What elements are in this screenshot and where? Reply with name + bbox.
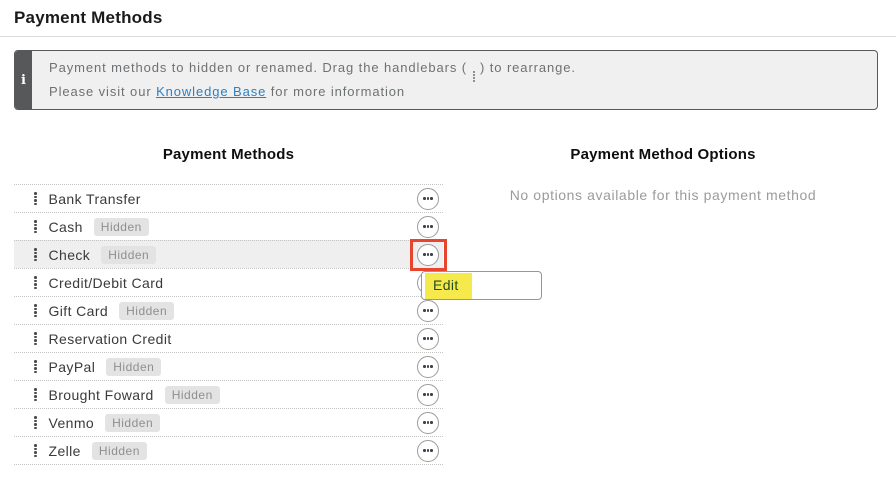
row-actions xyxy=(417,187,439,210)
row-options-button[interactable] xyxy=(417,215,439,238)
row-actions xyxy=(417,383,439,406)
banner-line2-after: for more information xyxy=(266,84,406,99)
banner-line2-before: Please visit our xyxy=(49,84,157,99)
payment-method-name: Check xyxy=(48,246,91,263)
page-title: Payment Methods xyxy=(14,8,163,27)
drag-handle-icon[interactable] xyxy=(34,192,37,205)
row-actions xyxy=(417,411,439,434)
drag-handle-icon[interactable] xyxy=(34,248,37,261)
payment-method-row[interactable]: Check Hidden xyxy=(14,238,447,271)
row-options-button[interactable] xyxy=(417,383,439,406)
row-actions xyxy=(417,215,439,238)
hidden-badge: Hidden xyxy=(164,385,220,404)
payment-method-row[interactable]: Brought Foward Hidden xyxy=(14,380,443,408)
hidden-badge: Hidden xyxy=(91,441,147,460)
payment-method-row[interactable]: Credit/Debit Card xyxy=(14,268,443,296)
info-icon: i xyxy=(15,51,32,109)
no-options-message: No options available for this payment me… xyxy=(509,187,817,203)
row-actions xyxy=(417,439,439,462)
payment-method-name: Cash xyxy=(48,218,83,235)
row-actions xyxy=(417,355,439,378)
payment-method-name: Zelle xyxy=(48,442,81,459)
row-options-button[interactable] xyxy=(417,355,439,378)
knowledge-base-link[interactable]: Knowledge Base xyxy=(156,84,266,99)
payment-method-options-header: Payment Method Options xyxy=(570,146,756,163)
row-actions xyxy=(417,327,439,350)
hidden-badge: Hidden xyxy=(106,357,162,376)
banner-line1-after: ) to rearrange. xyxy=(475,60,576,75)
hidden-badge: Hidden xyxy=(105,413,161,432)
payment-method-row[interactable]: Zelle Hidden xyxy=(14,436,443,464)
payment-method-name: Credit/Debit Card xyxy=(48,274,164,291)
hidden-badge: Hidden xyxy=(119,301,175,320)
info-banner-text: Payment methods to hidden or renamed. Dr… xyxy=(32,51,877,109)
banner-line-2: Please visit our Knowledge Base for more… xyxy=(49,84,865,99)
banner-line-1: Payment methods to hidden or renamed. Dr… xyxy=(49,60,865,82)
payment-method-row[interactable]: Bank Transfer xyxy=(14,184,443,212)
row-options-button[interactable] xyxy=(417,243,439,266)
payment-methods-header: Payment Methods xyxy=(162,146,295,163)
hidden-badge: Hidden xyxy=(93,217,149,236)
payment-method-name: Brought Foward xyxy=(48,386,154,403)
row-options-button[interactable] xyxy=(417,439,439,462)
row-options-button[interactable] xyxy=(417,299,439,322)
payment-method-options-column: Payment Method Options No options availa… xyxy=(450,145,876,203)
title-divider xyxy=(0,36,896,37)
payment-method-name: Reservation Credit xyxy=(48,330,172,347)
row-actions xyxy=(417,299,439,322)
payment-method-row[interactable]: Cash Hidden xyxy=(14,212,443,240)
payment-method-name: PayPal xyxy=(48,358,96,375)
banner-line1-before: Payment methods to hidden or renamed. Dr… xyxy=(49,60,472,75)
menu-item-edit[interactable]: Edit xyxy=(425,272,472,299)
hidden-badge: Hidden xyxy=(101,245,157,264)
info-banner: i Payment methods to hidden or renamed. … xyxy=(14,50,878,110)
payment-method-name: Gift Card xyxy=(48,302,109,319)
drag-handle-icon[interactable] xyxy=(34,360,37,373)
drag-handle-icon[interactable] xyxy=(34,304,37,317)
drag-handle-icon[interactable] xyxy=(34,444,37,457)
row-options-button[interactable] xyxy=(417,187,439,210)
row-options-button[interactable] xyxy=(417,411,439,434)
row-options-button[interactable] xyxy=(417,327,439,350)
payment-method-name: Bank Transfer xyxy=(48,190,141,207)
payment-methods-column: Payment Methods Bank Transfer Cash Hidde… xyxy=(14,145,447,465)
handlebar-icon xyxy=(472,71,475,82)
drag-handle-icon[interactable] xyxy=(34,388,37,401)
payment-methods-page: Payment Methods i Payment methods to hid… xyxy=(0,0,896,481)
drag-handle-icon[interactable] xyxy=(34,416,37,429)
payment-method-list: Bank Transfer Cash Hidden Check Hidden C… xyxy=(14,184,447,465)
row-context-menu: Edit xyxy=(421,271,542,300)
payment-method-row[interactable]: Reservation Credit xyxy=(14,324,443,352)
payment-method-name: Venmo xyxy=(48,414,95,431)
row-actions xyxy=(410,238,447,271)
payment-method-row[interactable]: PayPal Hidden xyxy=(14,352,443,380)
payment-method-row[interactable]: Gift Card Hidden xyxy=(14,296,443,324)
drag-handle-icon[interactable] xyxy=(34,332,37,345)
payment-method-row[interactable]: Venmo Hidden xyxy=(14,408,443,436)
drag-handle-icon[interactable] xyxy=(34,276,37,289)
drag-handle-icon[interactable] xyxy=(34,220,37,233)
